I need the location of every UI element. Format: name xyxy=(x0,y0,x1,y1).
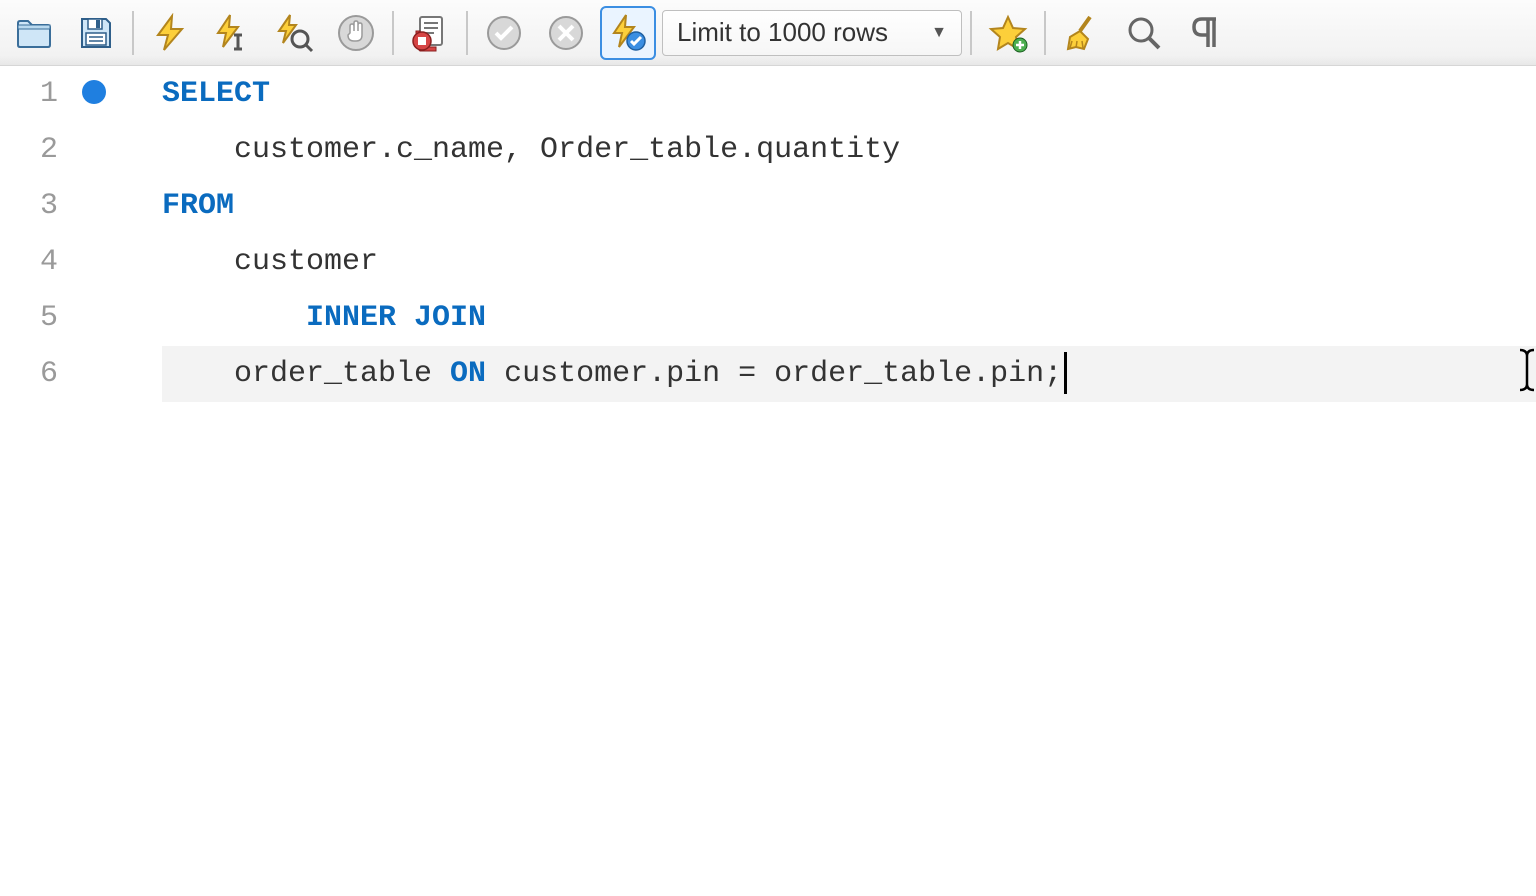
keyword: ON xyxy=(450,357,486,391)
toolbar-separator xyxy=(392,11,394,55)
mouse-ibeam-cursor-icon xyxy=(1518,348,1536,406)
row-limit-label: Limit to 1000 rows xyxy=(677,17,888,48)
whitespace-toggle-button[interactable] xyxy=(1178,6,1234,60)
find-button[interactable] xyxy=(1116,6,1172,60)
execute-button[interactable] xyxy=(142,6,198,60)
code-text: customer.pin = order_table.pin; xyxy=(486,357,1062,391)
code-text: order_table xyxy=(162,357,450,391)
floppy-disk-icon xyxy=(76,13,116,53)
text-caret xyxy=(1064,352,1067,394)
lightning-check-icon xyxy=(608,13,648,53)
toolbar-separator xyxy=(466,11,468,55)
line-number: 3 xyxy=(0,178,58,234)
commit-button[interactable] xyxy=(476,6,532,60)
code-text: customer.c_name, Order_table.quantity xyxy=(162,133,900,167)
stop-button[interactable] xyxy=(328,6,384,60)
lightning-icon xyxy=(150,13,190,53)
toolbar-separator xyxy=(1044,11,1046,55)
line-number-gutter: 1 2 3 4 5 6 xyxy=(0,66,72,896)
save-button[interactable] xyxy=(68,6,124,60)
line-number: 5 xyxy=(0,290,58,346)
keyword: INNER JOIN xyxy=(162,301,486,335)
code-line[interactable]: order_table ON customer.pin = order_tabl… xyxy=(162,346,1536,402)
toolbar-separator xyxy=(970,11,972,55)
code-line[interactable]: customer xyxy=(162,234,1536,290)
code-area[interactable]: SELECT customer.c_name, Order_table.quan… xyxy=(162,66,1536,896)
line-number: 1 xyxy=(0,66,58,122)
x-circle-icon xyxy=(546,13,586,53)
pilcrow-icon xyxy=(1186,13,1226,53)
toolbar: Limit to 1000 rows ▼ xyxy=(0,0,1536,66)
line-number: 4 xyxy=(0,234,58,290)
lightning-cursor-icon xyxy=(212,13,252,53)
line-number: 6 xyxy=(0,346,58,402)
code-line[interactable]: FROM xyxy=(162,178,1536,234)
statement-marker-icon xyxy=(82,80,106,104)
script-stop-icon xyxy=(410,13,450,53)
code-line[interactable]: SELECT xyxy=(162,66,1536,122)
lightning-search-icon xyxy=(274,13,314,53)
autocommit-toggle-button[interactable] xyxy=(600,6,656,60)
execute-current-button[interactable] xyxy=(204,6,260,60)
folder-icon xyxy=(14,13,54,53)
rollback-button[interactable] xyxy=(538,6,594,60)
beautify-button[interactable] xyxy=(1054,6,1110,60)
star-add-icon xyxy=(988,13,1028,53)
favorites-button[interactable] xyxy=(980,6,1036,60)
code-line[interactable]: INNER JOIN xyxy=(162,290,1536,346)
row-limit-select[interactable]: Limit to 1000 rows ▼ xyxy=(662,10,962,56)
sql-editor[interactable]: 1 2 3 4 5 6 SELECT customer.c_name, Orde… xyxy=(0,66,1536,896)
keyword: FROM xyxy=(162,189,234,223)
check-circle-icon xyxy=(484,13,524,53)
code-text: customer xyxy=(162,245,378,279)
toolbar-separator xyxy=(132,11,134,55)
open-file-button[interactable] xyxy=(6,6,62,60)
search-icon xyxy=(1124,13,1164,53)
broom-icon xyxy=(1062,13,1102,53)
chevron-down-icon: ▼ xyxy=(931,24,947,42)
explain-button[interactable] xyxy=(266,6,322,60)
keyword: SELECT xyxy=(162,77,270,111)
marker-column xyxy=(72,66,162,896)
line-number: 2 xyxy=(0,122,58,178)
stop-hand-icon xyxy=(336,13,376,53)
code-line[interactable]: customer.c_name, Order_table.quantity xyxy=(162,122,1536,178)
stop-script-button[interactable] xyxy=(402,6,458,60)
